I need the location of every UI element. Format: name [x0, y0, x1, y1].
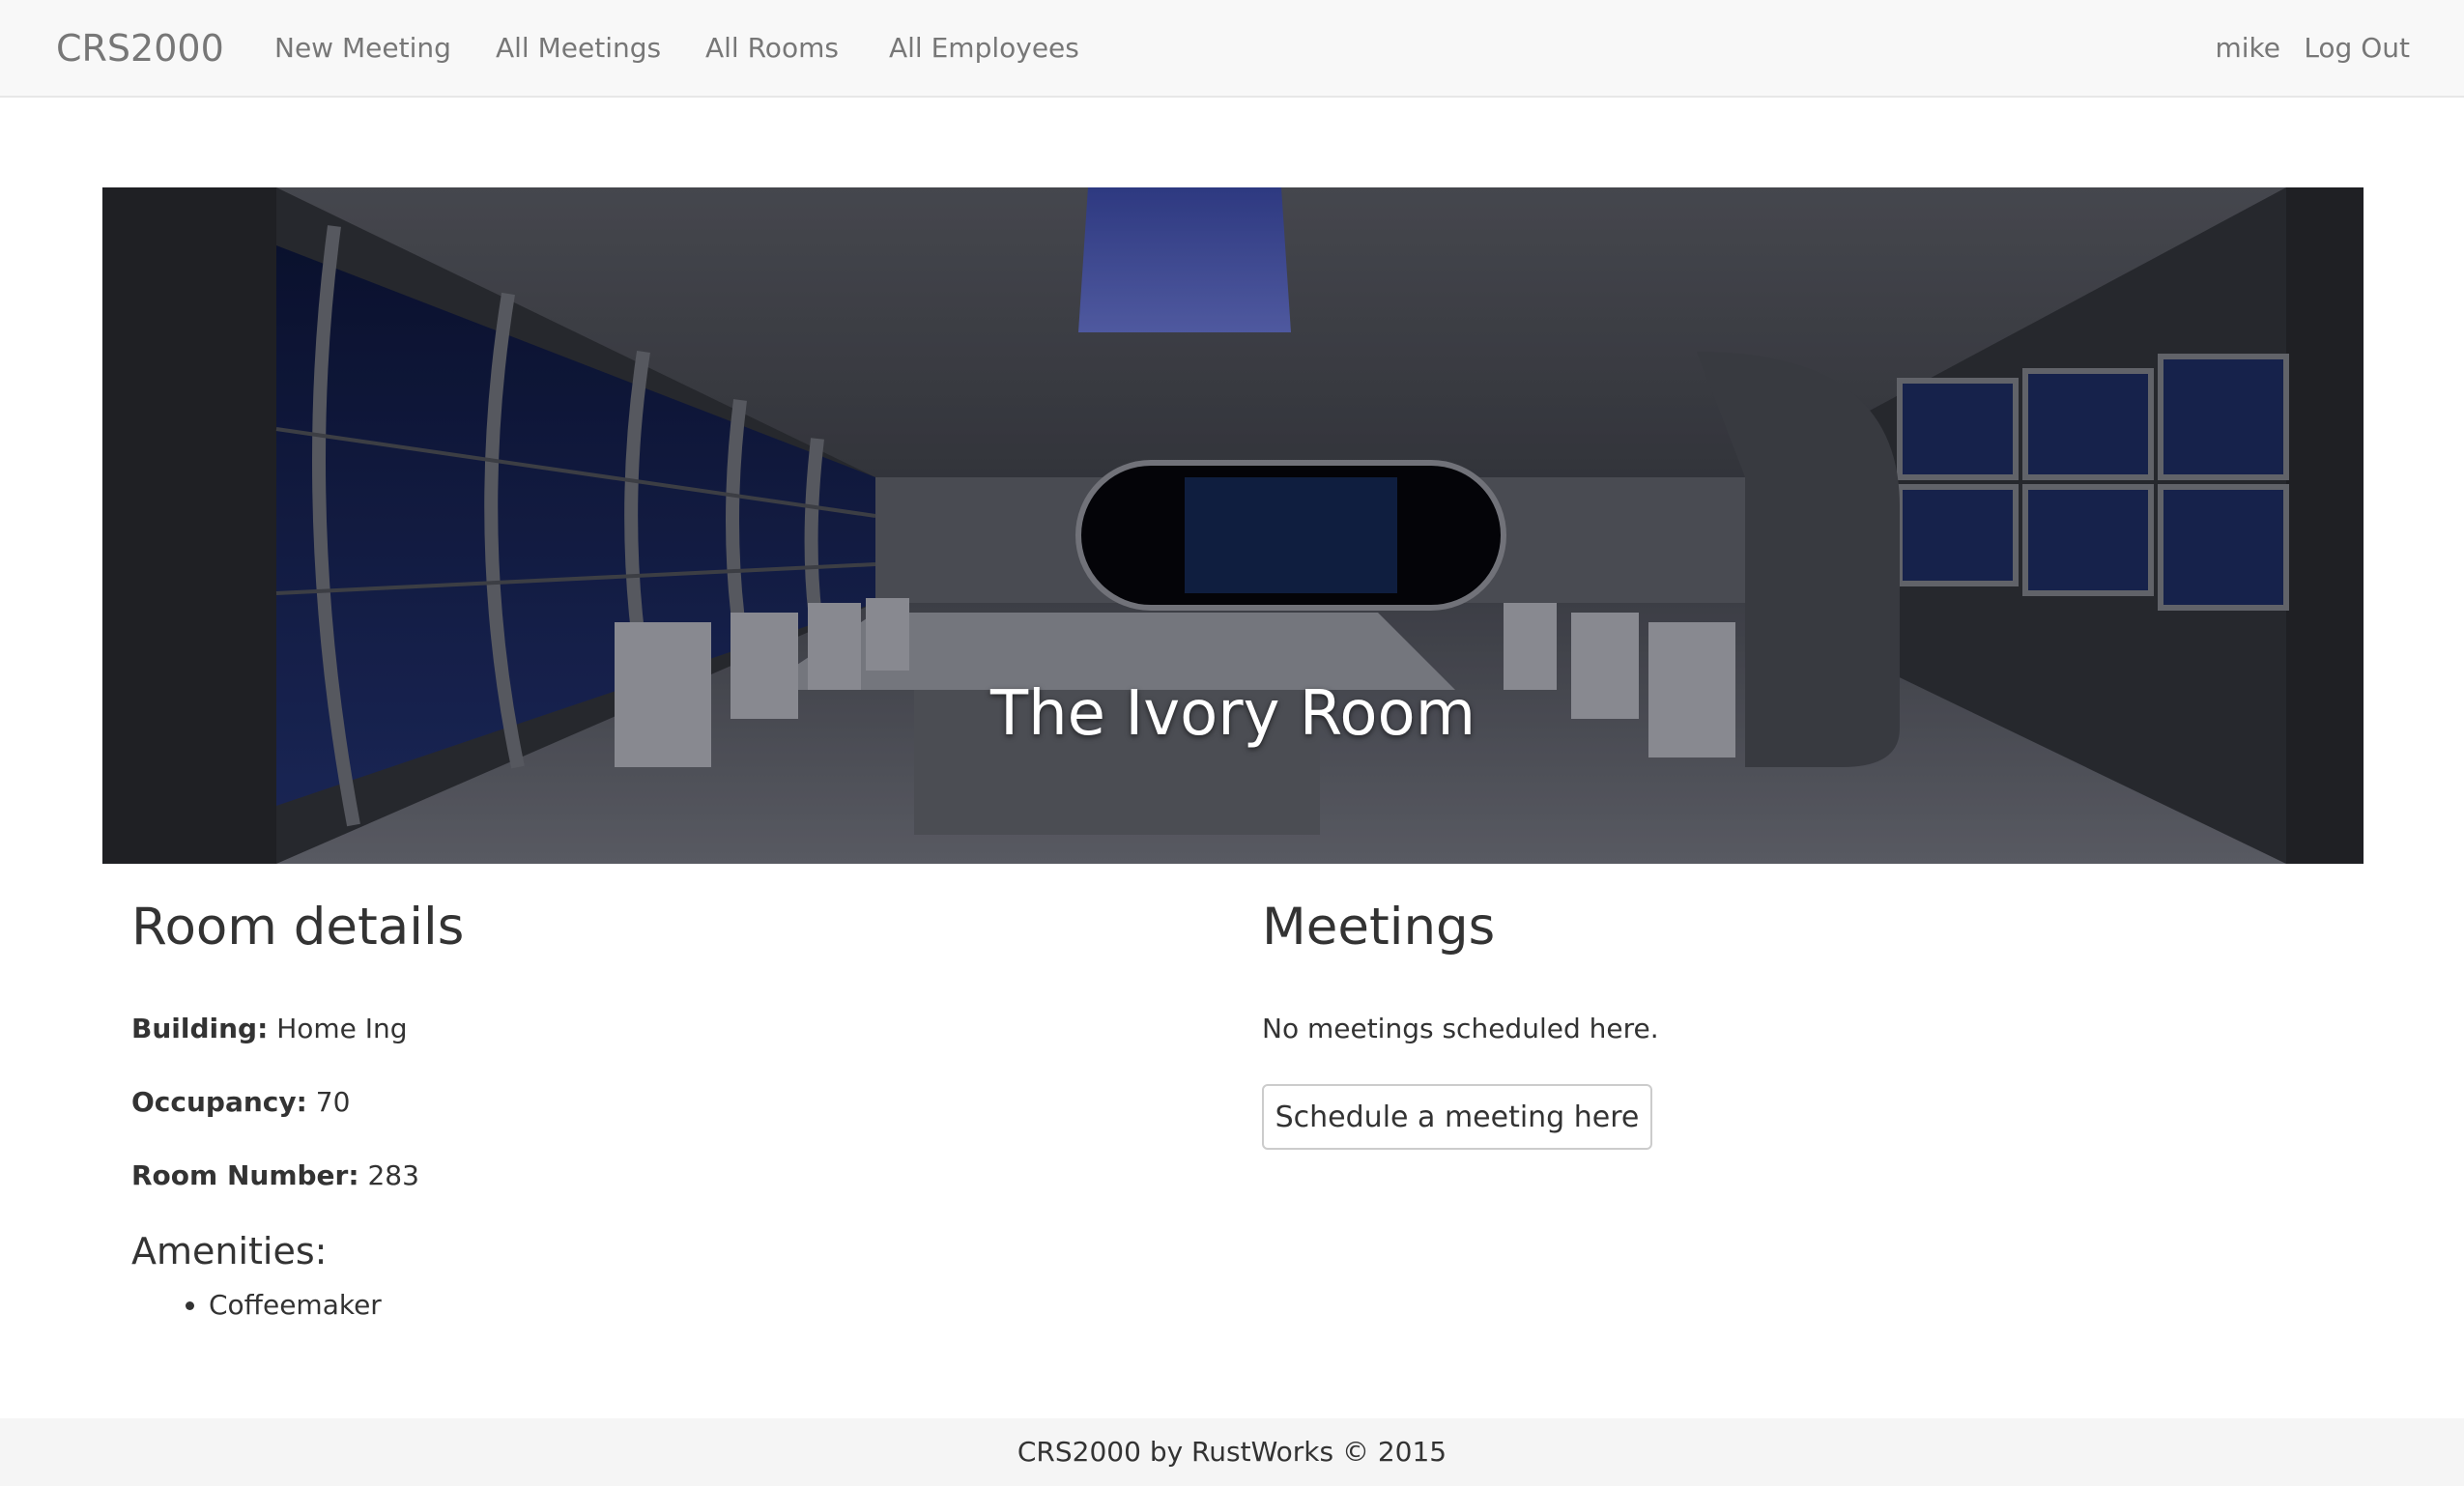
room-hero-banner: The Ivory Room: [102, 187, 2364, 864]
building-value: Home Ing: [276, 1013, 408, 1044]
room-title: The Ivory Room: [989, 678, 1476, 750]
occupancy-label: Occupancy:: [131, 1086, 307, 1118]
conference-room-image: [102, 187, 2364, 864]
room-number-label: Room Number:: [131, 1159, 359, 1191]
building-detail: Building: Home Ing: [131, 1010, 408, 1048]
occupancy-detail: Occupancy: 70: [131, 1083, 350, 1122]
room-number-detail: Room Number: 283: [131, 1157, 419, 1195]
meetings-heading: Meetings: [1262, 898, 1496, 957]
schedule-meeting-button[interactable]: Schedule a meeting here: [1262, 1084, 1652, 1150]
building-label: Building:: [131, 1013, 269, 1044]
amenities-list: Coffeemaker: [209, 1286, 382, 1325]
amenities-heading: Amenities:: [131, 1230, 328, 1272]
meetings-panel: Meetings No meetings scheduled here. Sch…: [1262, 894, 2325, 1150]
top-navbar: CRS2000 New Meeting All Meetings All Roo…: [0, 0, 2464, 98]
room-details-panel: Room details Building: Home Ing Occupanc…: [131, 894, 1194, 1321]
brand-link[interactable]: CRS2000: [56, 25, 224, 71]
nav-all-meetings[interactable]: All Meetings: [496, 29, 661, 68]
nav-all-rooms[interactable]: All Rooms: [705, 29, 839, 68]
nav-logout[interactable]: Log Out: [2304, 29, 2410, 68]
nav-user[interactable]: mike: [2216, 29, 2281, 68]
room-details-heading: Room details: [131, 898, 465, 957]
no-meetings-text: No meetings scheduled here.: [1262, 1013, 1659, 1044]
page-footer: CRS2000 by RustWorks © 2015: [0, 1418, 2464, 1486]
nav-new-meeting[interactable]: New Meeting: [274, 29, 451, 68]
nav-all-employees[interactable]: All Employees: [889, 29, 1079, 68]
room-number-value: 283: [367, 1159, 419, 1191]
occupancy-value: 70: [315, 1086, 351, 1118]
amenity-item: Coffeemaker: [209, 1286, 382, 1325]
